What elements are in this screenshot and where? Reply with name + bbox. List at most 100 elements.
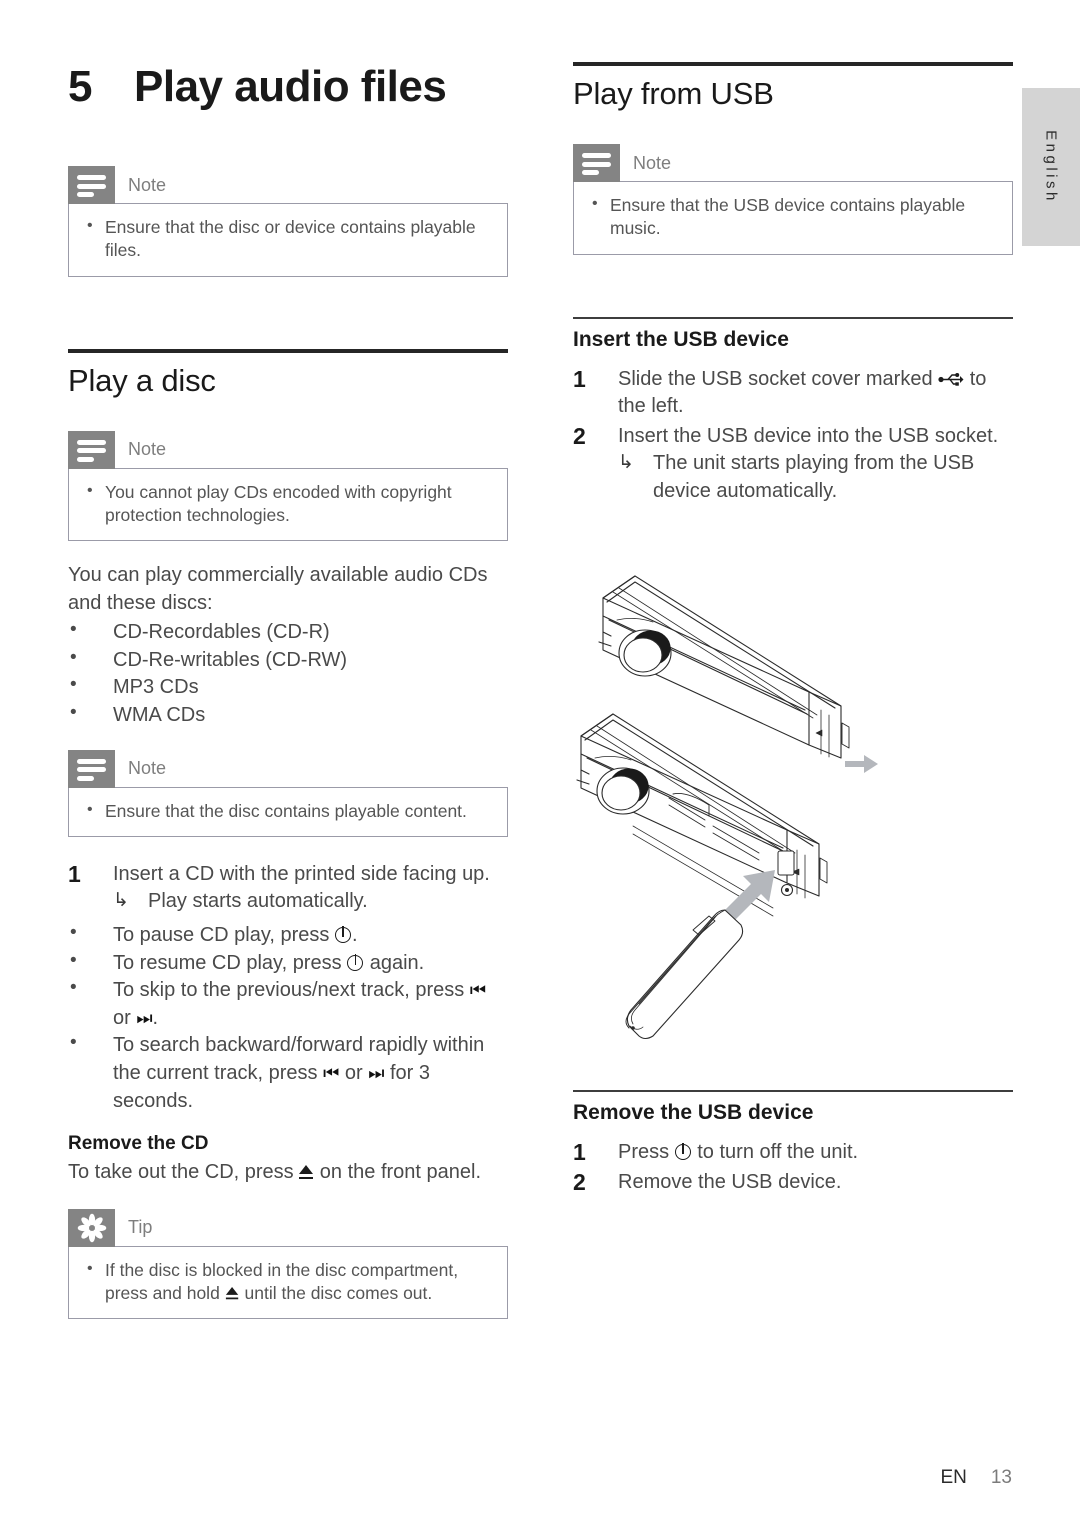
tip-icon (68, 1208, 115, 1247)
list-item: Ensure that the disc contains playable c… (83, 799, 493, 823)
note-callout-usb: Note Ensure that the USB device contains… (573, 144, 1013, 255)
result-arrow-icon: ↳ (618, 452, 634, 474)
heading-rule (573, 316, 1013, 319)
car-stereo-usb-insert-illustration (573, 558, 903, 1068)
list-item: CD-Recordables (CD-R) (68, 617, 508, 647)
left-column: 5 Play audio files Note Ensure that the … (68, 62, 508, 1320)
section-title: Play from USB (573, 76, 774, 111)
list-item: MP3 CDs (68, 672, 508, 702)
manual-page: 5 Play audio files Note Ensure that the … (0, 0, 1080, 1527)
callout-header: Note (68, 166, 508, 204)
callout-header: Note (573, 144, 1013, 182)
callout-header: Tip (68, 1208, 508, 1247)
step-text: Insert the USB device into the USB socke… (618, 424, 999, 447)
callout-body: Ensure that the USB device contains play… (573, 181, 1013, 255)
prev-track-icon: ⏮ (323, 1063, 340, 1084)
step-text-post: to turn off the unit. (691, 1141, 859, 1163)
note-callback-playable-content: Note Ensure that the disc contains playa… (68, 749, 508, 837)
eject-icon (299, 1165, 314, 1181)
callout-body: Ensure that the disc or device contains … (68, 203, 508, 277)
list-item: CD-Re-writables (CD-RW) (68, 645, 508, 675)
step-item: 1 Press to turn off the unit. (573, 1139, 1013, 1167)
faceplate-lower (576, 713, 828, 917)
instruction-post: on the front panel. (314, 1161, 482, 1184)
usb-icon (938, 372, 964, 386)
note-callout-intro: Note Ensure that the disc or device cont… (68, 166, 508, 277)
disc-intro-text: You can play commercially available audi… (68, 564, 488, 614)
next-track-icon: ⏭ (368, 1063, 385, 1084)
list-item: To resume CD play, press again. (68, 948, 508, 978)
power-icon (347, 953, 364, 972)
step-result: ↳ Play starts automatically. (113, 888, 508, 916)
list-item: To skip to the previous/next track, pres… (68, 975, 508, 1032)
step-item: 2 Remove the USB device. (573, 1169, 1013, 1197)
result-arrow-icon: ↳ (113, 890, 129, 912)
page-title: 5 Play audio files (68, 62, 508, 112)
asterisk-icon (77, 1213, 106, 1243)
step-result-text: Play starts automatically. (148, 890, 368, 913)
step-number: 1 (573, 365, 586, 392)
list-item: Ensure that the USB device contains play… (588, 193, 998, 241)
footer-page-number: 13 (990, 1467, 1012, 1488)
heading-rule (573, 62, 1013, 66)
icon-separator: or (339, 1062, 369, 1085)
page-footer: EN 13 (940, 1467, 1012, 1489)
section-play-from-usb-heading: Play from USB (573, 62, 1013, 112)
bullet-text-post: . (351, 924, 358, 947)
list-item: If the disc is blocked in the disc compa… (83, 1258, 493, 1306)
tip-callout: Tip If the disc is blocked in the disc c… (68, 1208, 508, 1320)
remove-usb-section: Remove the USB device 1 Press to turn of… (573, 1090, 1013, 1196)
list-item: Ensure that the disc or device contains … (83, 215, 493, 263)
remove-cd-instruction: To take out the CD, press on the front p… (68, 1159, 508, 1187)
step-number: 1 (68, 860, 81, 887)
play-disc-bullet-actions: To pause CD play, press . To resume CD p… (68, 920, 508, 1115)
usb-flash-drive (625, 909, 744, 1040)
supported-disc-list: CD-Recordables (CD-R) CD-Re-writables (C… (68, 617, 508, 730)
note-icon (573, 144, 620, 182)
list-item: WMA CDs (68, 700, 508, 730)
power-icon (334, 926, 352, 944)
step-number: 1 (573, 1139, 586, 1165)
bullet-text-pre: To resume CD play, press (113, 951, 348, 974)
note-icon (68, 166, 115, 204)
section-title: Play a disc (68, 362, 216, 398)
note-icon (68, 430, 115, 469)
callout-label: Note (633, 152, 672, 173)
heading-rule (68, 348, 508, 353)
list-item: You cannot play CDs encoded with copyrig… (83, 480, 493, 528)
subsection-title: Insert the USB device (573, 327, 789, 351)
step-text-pre: Slide the USB socket cover marked (618, 367, 939, 390)
step-number: 2 (573, 422, 586, 449)
subsection-title: Remove the USB device (573, 1101, 814, 1124)
step-item: 2 Insert the USB device into the USB soc… (573, 423, 1013, 506)
bullet-text-post: again. (364, 951, 425, 974)
remove-usb-steps: 1 Press to turn off the unit. 2 Remove t… (573, 1139, 1013, 1196)
illustration-svg (576, 575, 878, 1040)
slide-arrow (845, 755, 878, 773)
step-item: 1 Slide the USB socket cover marked to t… (573, 366, 1013, 421)
right-column: Play from USB Note Ensure that the USB d… (573, 62, 1013, 506)
chapter-number: 5 (68, 62, 92, 111)
subsection-insert-usb-heading: Insert the USB device (573, 316, 1013, 352)
step-item: 1 Insert a CD with the printed side faci… (68, 861, 508, 916)
callout-body: Ensure that the disc contains playable c… (68, 786, 508, 837)
list-item: To search backward/forward rapidly withi… (68, 1030, 508, 1115)
callout-header: Note (68, 749, 508, 788)
insert-usb-steps: 1 Slide the USB socket cover marked to t… (573, 366, 1013, 506)
bullet-text-post: . (152, 1006, 159, 1029)
step-number: 2 (573, 1168, 586, 1195)
callout-label: Tip (128, 1217, 153, 1238)
callout-body: You cannot play CDs encoded with copyrig… (68, 467, 508, 542)
tip-text-post: until the disc comes out. (239, 1283, 433, 1304)
bullet-text-pre: To pause CD play, press (113, 924, 335, 947)
power-icon (674, 1143, 692, 1161)
instruction-pre: To take out the CD, press (68, 1161, 300, 1184)
callout-label: Note (128, 174, 167, 195)
note-icon (68, 749, 115, 788)
icon-separator: or (113, 1006, 137, 1029)
step-text: Remove the USB device. (618, 1170, 842, 1193)
eject-icon (225, 1287, 239, 1301)
footer-language-code: EN (940, 1467, 967, 1488)
list-item: To pause CD play, press . (68, 920, 508, 950)
bullet-text-pre: To skip to the previous/next track, pres… (113, 979, 470, 1002)
